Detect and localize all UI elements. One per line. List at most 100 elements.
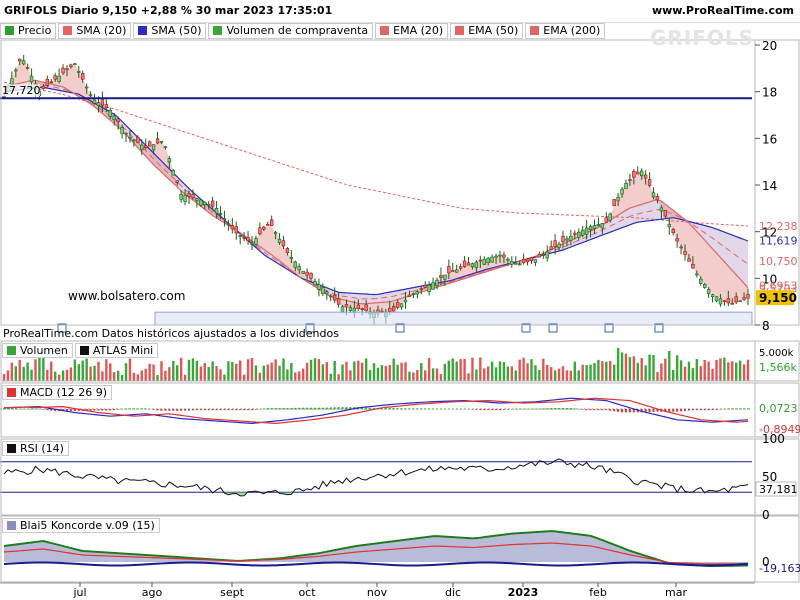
candle-body xyxy=(128,136,132,139)
legend-rsi[interactable]: RSI (14) xyxy=(2,441,69,456)
volume-bar xyxy=(656,372,659,381)
macd-histogram-bar xyxy=(672,409,675,412)
volume-bar xyxy=(207,367,210,381)
volume-bar xyxy=(242,374,246,381)
candle-body xyxy=(687,258,691,262)
macd-histogram-bar xyxy=(589,409,592,411)
macd-histogram-bar xyxy=(502,409,505,410)
volume-bar xyxy=(597,359,600,381)
candle-body xyxy=(332,294,337,301)
volume-bar xyxy=(301,368,305,381)
volume-bar xyxy=(384,365,388,381)
resistance-label: 17,720 xyxy=(2,84,41,97)
volume-bar xyxy=(569,370,573,381)
volume-bar xyxy=(124,363,128,381)
candle-body xyxy=(506,258,510,261)
volume-bar xyxy=(164,370,167,381)
macd-histogram-bar xyxy=(345,407,348,410)
volume-bar xyxy=(475,369,478,381)
candle-body xyxy=(514,262,518,265)
candle-body xyxy=(258,227,262,235)
macd-histogram-bar xyxy=(203,409,206,411)
macd-histogram-bar xyxy=(459,408,462,410)
volume-bar xyxy=(294,372,297,381)
candle-body xyxy=(167,158,172,163)
volume-bar xyxy=(53,371,57,381)
candle-body xyxy=(25,67,30,69)
volume-bar xyxy=(546,364,549,381)
candle-body xyxy=(171,170,175,176)
volume-bar xyxy=(203,363,206,381)
candle-body xyxy=(628,179,632,181)
koncorde-blue-line xyxy=(3,561,749,567)
volume-bar xyxy=(652,354,655,381)
volume-bar xyxy=(416,370,419,381)
candle-body xyxy=(356,304,360,309)
candle-body xyxy=(580,229,585,236)
macd-histogram-bar xyxy=(266,408,269,410)
candle-body xyxy=(218,213,223,215)
macd-histogram-bar xyxy=(522,408,525,410)
macd-histogram-bar xyxy=(278,408,281,410)
candle-body xyxy=(529,257,534,262)
candle-body xyxy=(486,257,490,263)
candle-body xyxy=(447,266,451,274)
legend-macd[interactable]: MACD (12 26 9) xyxy=(2,385,113,400)
macd-histogram-bar xyxy=(597,409,600,411)
legend-koncorde[interactable]: Blai5 Koncorde v.09 (15) xyxy=(2,518,160,533)
volume-bar xyxy=(172,360,175,381)
support-zone xyxy=(154,311,753,326)
macd-histogram-bar xyxy=(475,409,478,410)
candle-body xyxy=(214,208,219,214)
candle-body xyxy=(494,255,498,258)
candle-body xyxy=(273,232,278,235)
volume-bar xyxy=(679,360,683,381)
macd-histogram-bar xyxy=(676,409,679,412)
candle-body xyxy=(116,118,120,123)
panel-frame-0 xyxy=(0,39,800,326)
candle-body xyxy=(415,291,420,295)
candle-body xyxy=(643,174,648,179)
volume-bar xyxy=(435,368,439,381)
candle-body xyxy=(305,271,309,276)
legend-atlas[interactable]: ATLAS Mini xyxy=(74,343,159,358)
volume-bar xyxy=(266,364,269,381)
candle-body xyxy=(195,198,199,201)
candle-body xyxy=(427,285,431,293)
x-tick-label: mar xyxy=(665,586,687,599)
candle-body xyxy=(222,218,227,221)
macd-histogram-bar xyxy=(695,409,698,411)
koncorde-last-label: -19,163 xyxy=(759,562,800,575)
volume-tick-label: 5.000k xyxy=(759,348,794,359)
volume-bar xyxy=(593,363,596,381)
volume-bar xyxy=(372,363,376,381)
macd-histogram-bar xyxy=(172,409,175,411)
macd-histogram-bar xyxy=(148,408,151,410)
volume-bar xyxy=(424,370,427,381)
volume-bar xyxy=(711,368,714,381)
legend-volumen[interactable]: Volumen xyxy=(2,343,73,358)
macd-histogram-bar xyxy=(109,409,112,411)
candle-body xyxy=(710,294,715,298)
x-tick-label: oct xyxy=(298,586,316,599)
candle-body xyxy=(329,295,333,298)
volume-bar xyxy=(270,362,273,381)
volume-bar xyxy=(518,359,521,381)
volume-bar xyxy=(471,357,474,381)
candle-body xyxy=(411,293,416,295)
macd-histogram-bar xyxy=(487,409,490,411)
volume-bar xyxy=(447,360,451,381)
rsi-last-label: 37,181 xyxy=(759,483,798,496)
candle-body xyxy=(730,303,734,305)
volume-bar xyxy=(364,358,368,381)
candle-body xyxy=(695,273,699,276)
macd-histogram-bar xyxy=(727,408,730,410)
candle-body xyxy=(246,237,250,242)
volume-bar xyxy=(463,358,466,381)
candle-body xyxy=(321,287,325,295)
macd-histogram-bar xyxy=(105,409,108,411)
volume-bar xyxy=(557,368,561,381)
macd-histogram-bar xyxy=(121,408,124,410)
macd-histogram-bar xyxy=(258,408,261,410)
candle-body xyxy=(699,278,703,284)
